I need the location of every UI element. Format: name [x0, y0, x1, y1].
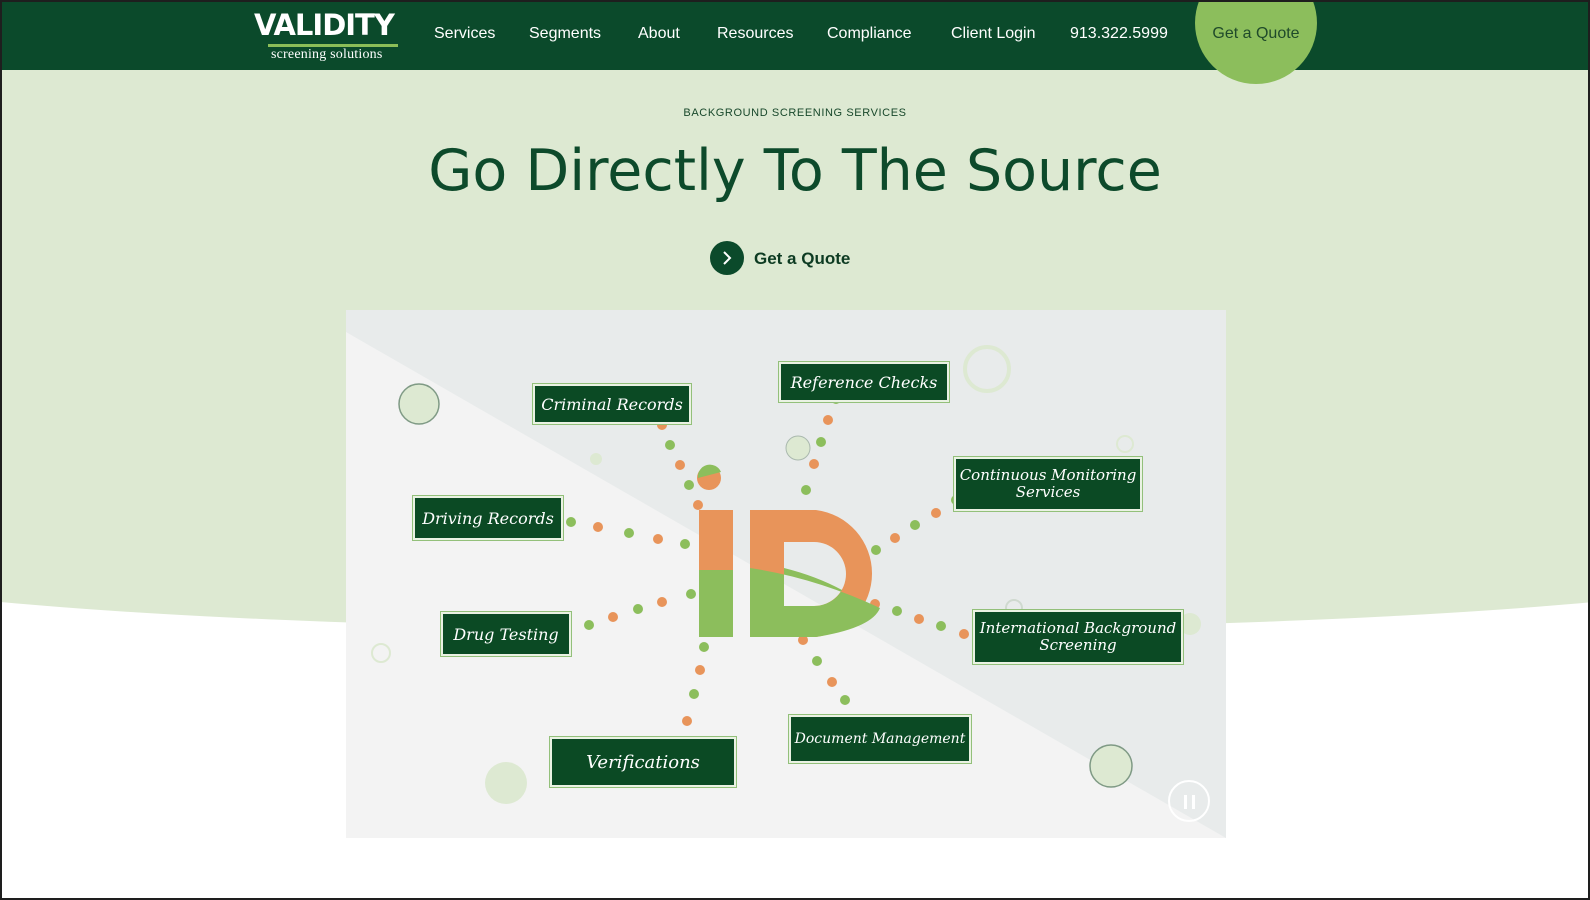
logo[interactable]: VALIDITY screening solutions — [254, 8, 410, 62]
label-criminal-records[interactable]: Criminal Records — [532, 383, 692, 425]
id-emblem-icon — [697, 464, 880, 637]
label-continuous-monitoring[interactable]: Continuous Monitoring Services — [953, 456, 1143, 512]
services-animation: Criminal Records Reference Checks Contin… — [346, 310, 1226, 838]
logo-wordmark: VALIDITY — [254, 8, 395, 42]
nav-client-login[interactable]: Client Login — [951, 2, 1036, 70]
chevron-right-icon — [710, 241, 744, 275]
logo-tagline: screening solutions — [271, 47, 383, 62]
site-header: VALIDITY screening solutions Services Se… — [2, 2, 1588, 84]
label-reference-checks[interactable]: Reference Checks — [778, 361, 950, 403]
hero-eyebrow: BACKGROUND SCREENING SERVICES — [683, 107, 907, 119]
get-quote-cta-label: Get a Quote — [754, 249, 851, 268]
nav-compliance[interactable]: Compliance — [827, 2, 911, 70]
label-verifications[interactable]: Verifications — [549, 736, 737, 788]
hero-title: Go Directly To The Source — [428, 138, 1162, 204]
nav-phone-link[interactable]: 913.322.5999 — [1070, 2, 1168, 70]
label-driving-records[interactable]: Driving Records — [412, 495, 564, 541]
get-quote-nav-button[interactable]: Get a Quote — [1195, 2, 1317, 66]
pause-icon-bar — [1192, 795, 1195, 809]
nav-segments[interactable]: Segments — [529, 2, 601, 70]
pause-icon — [1184, 795, 1187, 809]
nav-about[interactable]: About — [638, 2, 680, 70]
nav-services[interactable]: Services — [434, 2, 495, 70]
label-international-screening[interactable]: International Background Screening — [972, 609, 1184, 665]
pause-button[interactable] — [1168, 780, 1210, 822]
label-document-management[interactable]: Document Management — [788, 714, 972, 764]
page-frame: VALIDITY screening solutions Services Se… — [0, 0, 1590, 900]
nav-resources[interactable]: Resources — [717, 2, 793, 70]
label-drug-testing[interactable]: Drug Testing — [440, 611, 572, 657]
